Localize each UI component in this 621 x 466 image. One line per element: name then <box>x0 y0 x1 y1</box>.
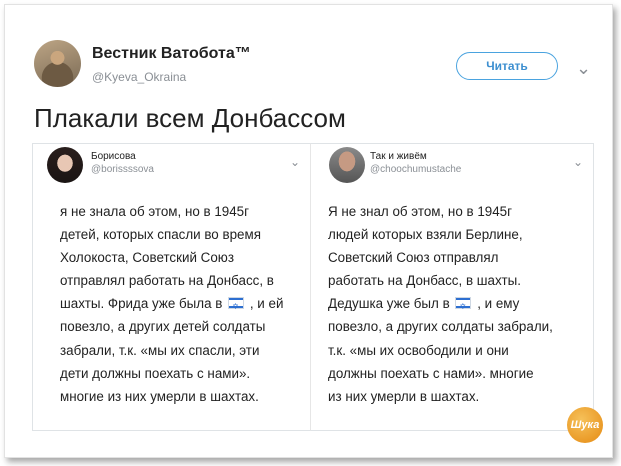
left-author-name[interactable]: Борисова <box>91 151 136 162</box>
chevron-down-icon[interactable]: ⌄ <box>573 155 583 169</box>
text-line: многие из них умерли в шахтах. <box>60 388 259 404</box>
israel-flag-icon <box>455 295 472 318</box>
text-line: работать на Донбасс, в шахты. <box>328 273 521 289</box>
text-line: повезло, а других солдаты забрали, <box>328 319 553 335</box>
text-line: отправлял работать на Донбасс, в <box>60 273 274 289</box>
text-line: Холокоста, Советский Союз <box>60 250 234 266</box>
text-line-with-flag: Дедушка уже был в , и ему <box>328 292 588 318</box>
text-line: из них умерли в шахтах. <box>328 388 480 404</box>
right-author-avatar[interactable] <box>329 147 365 183</box>
right-author-name[interactable]: Так и живём <box>370 151 427 162</box>
text-fragment: , и ей <box>249 296 284 312</box>
right-tweet-body: Я не знал об этом, но в 1945г людей кото… <box>328 200 588 408</box>
left-author-avatar[interactable] <box>47 147 83 183</box>
left-author-handle[interactable]: @borissssova <box>91 164 154 175</box>
text-fragment: , и ему <box>477 296 520 312</box>
text-line: повезло, а других детей солдаты <box>60 319 266 335</box>
text-line-with-flag: шахты. Фрида уже была в , и ей <box>60 292 305 318</box>
author-handle[interactable]: @Kyeva_Okraina <box>92 70 186 84</box>
text-line: Я не знал об этом, но в 1945г <box>328 204 512 219</box>
israel-flag-icon <box>228 295 245 318</box>
watermark-logo: Шука <box>567 407 603 443</box>
chevron-down-icon[interactable]: ⌄ <box>290 155 300 169</box>
text-line: дети должны поехать с нами». <box>60 365 251 381</box>
right-author-handle[interactable]: @choochumustache <box>370 164 461 175</box>
author-avatar[interactable] <box>34 40 81 87</box>
text-fragment: шахты. Фрида уже была в <box>60 296 223 312</box>
text-line: людей которых взяли Берлине, <box>328 227 523 243</box>
tweet-text: Плакали всем Донбассом <box>34 103 346 133</box>
text-line: должны поехать с нами». многие <box>328 365 534 381</box>
text-line: Советский Союз отправлял <box>328 250 499 266</box>
text-line: детей, которых спасли во время <box>60 227 261 243</box>
chevron-down-icon[interactable]: ⌄ <box>576 58 591 79</box>
text-line: т.к. «мы их освободили и они <box>328 342 509 358</box>
follow-button[interactable]: Читать <box>456 52 558 80</box>
left-tweet-body: я не знала об этом, но в 1945г детей, ко… <box>60 200 305 408</box>
text-line: я не знала об этом, но в 1945г <box>60 204 250 219</box>
text-line: забрали, т.к. «мы их спасли, эти <box>60 342 260 358</box>
text-fragment: Дедушка уже был в <box>328 296 450 312</box>
author-name[interactable]: Вестник Ватобота™ <box>92 45 251 63</box>
